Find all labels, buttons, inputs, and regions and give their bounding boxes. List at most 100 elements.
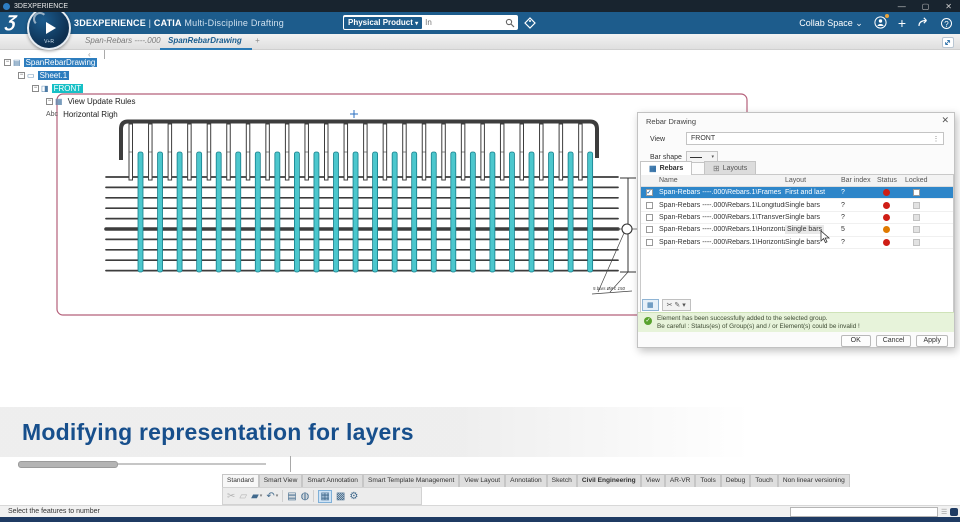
table-row[interactable]: Span-Rebars ----.000\Rebars.1\Longitudin… xyxy=(641,199,953,212)
ribbon-tab-touch[interactable]: Touch xyxy=(750,474,778,487)
transverse-bar[interactable] xyxy=(215,151,222,273)
ribbon-tab-smart-annotation[interactable]: Smart Annotation xyxy=(302,474,363,487)
keyboard-icon[interactable]: ☰ xyxy=(941,508,947,516)
compass-icon[interactable]: V+R xyxy=(27,6,71,50)
table-row[interactable]: ✓ Span-Rebars ----.000\Rebars.1\Frames Fir… xyxy=(641,187,953,200)
transverse-bar[interactable] xyxy=(489,151,496,273)
transverse-bar[interactable] xyxy=(391,151,398,273)
ribbon-tab-annotation[interactable]: Annotation xyxy=(505,474,547,487)
tree-item-label[interactable]: View Update Rules xyxy=(66,97,138,106)
ribbon-tab-smart-view[interactable]: Smart View xyxy=(258,474,303,487)
transverse-bar[interactable] xyxy=(176,151,183,273)
add-icon[interactable]: + xyxy=(898,16,906,30)
search-scope-chip[interactable]: Physical Product ▾ xyxy=(344,16,423,29)
table-row[interactable]: Span-Rebars ----.000\Rebars.1\Horizontal… xyxy=(641,224,953,237)
tree-expander-icon[interactable]: − xyxy=(18,72,25,79)
row-layout[interactable]: First and last xyxy=(785,189,825,196)
dimension-node[interactable] xyxy=(621,223,633,235)
row-checkbox[interactable] xyxy=(645,213,653,221)
col-header-name[interactable]: Name xyxy=(657,177,785,184)
transverse-bar[interactable] xyxy=(157,151,163,273)
paste-icon[interactable]: ▰ ▾ xyxy=(251,491,262,502)
locked-checkbox[interactable] xyxy=(913,201,920,209)
tree-expander-icon[interactable]: − xyxy=(4,59,11,66)
search-input[interactable] xyxy=(422,18,505,27)
top-frame-bar[interactable] xyxy=(119,119,599,161)
user-icon[interactable] xyxy=(874,13,889,31)
tree-item-label[interactable]: SpanRebarDrawing xyxy=(23,58,98,67)
ribbon-tab-view-layout[interactable]: View Layout xyxy=(459,474,506,487)
transverse-bar[interactable] xyxy=(352,151,359,273)
row-checkbox[interactable] xyxy=(645,201,653,209)
locked-checkbox[interactable] xyxy=(913,226,920,234)
ribbon-tab-debug[interactable]: Debug xyxy=(720,474,751,487)
ok-button[interactable]: OK xyxy=(840,335,871,347)
tab-rebars[interactable]: ▦ Rebars xyxy=(640,161,693,175)
video-progress-bar[interactable] xyxy=(18,461,266,468)
cancel-button[interactable]: Cancel xyxy=(875,335,912,347)
row-layout[interactable]: Single bars xyxy=(785,202,820,209)
edit-tools-minitab[interactable]: ✂ ✎ ▾ xyxy=(661,299,691,311)
ribbon-tab-sketch[interactable]: Sketch xyxy=(546,474,577,487)
transverse-bar[interactable] xyxy=(235,151,242,273)
transverse-bar[interactable] xyxy=(411,151,418,273)
rebar-list-minitab[interactable]: ▦ xyxy=(642,299,659,311)
tab-layouts[interactable]: ⊞ Layouts xyxy=(704,161,757,175)
transverse-bar[interactable] xyxy=(137,151,144,273)
ribbon-tab-ar-vr[interactable]: AR-VR xyxy=(664,474,696,487)
table-row[interactable]: Span-Rebars ----.000\Rebars.1\Horizontal… xyxy=(641,237,953,249)
tab-span-rebars[interactable]: Span-Rebars ----.000 xyxy=(85,36,161,45)
col-header-layout[interactable]: Layout xyxy=(785,177,841,184)
tree-item[interactable]: − ◨ FRONT xyxy=(4,82,137,95)
datum-table-icon[interactable]: ▤ xyxy=(287,491,296,502)
transverse-bar[interactable] xyxy=(567,151,574,273)
help-icon[interactable]: ? xyxy=(941,17,952,29)
expand-panel-icon[interactable] xyxy=(942,37,954,48)
rebar-grid-icon[interactable]: ▩ xyxy=(336,491,345,502)
transverse-bar[interactable] xyxy=(372,151,379,273)
transverse-bar[interactable] xyxy=(254,151,261,273)
transverse-bar[interactable] xyxy=(293,151,300,273)
transverse-bar[interactable] xyxy=(274,151,281,273)
tag-icon[interactable] xyxy=(523,16,537,30)
collab-space-selector[interactable]: Collab Space ⌄ xyxy=(799,18,863,29)
share-icon[interactable] xyxy=(917,16,930,30)
col-header-locked[interactable]: Locked xyxy=(905,177,949,184)
transverse-bar[interactable] xyxy=(196,151,203,273)
tree-expander-icon[interactable]: − xyxy=(32,85,39,92)
row-checkbox[interactable] xyxy=(645,238,653,246)
transverse-bar[interactable] xyxy=(469,151,476,273)
locked-checkbox[interactable] xyxy=(913,213,920,221)
search-box[interactable]: Physical Product ▾ xyxy=(343,15,518,30)
transverse-bar[interactable] xyxy=(333,151,339,273)
maximize-button[interactable]: ▢ xyxy=(922,2,930,11)
tree-item-label[interactable]: Horizontal Righ xyxy=(61,110,120,119)
transverse-bar[interactable] xyxy=(313,151,320,273)
row-layout[interactable]: Single bars xyxy=(785,225,825,235)
transverse-bar[interactable] xyxy=(509,151,515,273)
web-report-icon[interactable]: ◍ xyxy=(301,491,310,502)
tab-span-rebar-drawing[interactable]: SpanRebarDrawing xyxy=(168,36,242,45)
transverse-bar[interactable] xyxy=(450,151,457,273)
col-header-status[interactable]: Status xyxy=(877,177,905,184)
tree-item-label[interactable]: FRONT xyxy=(51,84,84,93)
row-checkbox[interactable] xyxy=(645,226,653,234)
row-layout[interactable]: Single bars xyxy=(785,239,820,246)
transverse-bar[interactable] xyxy=(548,151,554,273)
command-input[interactable] xyxy=(790,507,938,517)
transverse-bar[interactable] xyxy=(430,151,437,273)
close-button[interactable]: ✕ xyxy=(945,2,952,11)
ribbon-tab-view[interactable]: View xyxy=(640,474,665,487)
transverse-bar[interactable] xyxy=(528,151,535,273)
locked-checkbox[interactable] xyxy=(913,189,920,197)
ribbon-tab-non-linear-versioning[interactable]: Non linear versioning xyxy=(777,474,850,487)
tree-item[interactable]: Abc Horizontal Righ xyxy=(4,108,137,121)
search-icon[interactable] xyxy=(505,18,515,28)
row-checkbox[interactable]: ✓ xyxy=(645,189,653,197)
ribbon-tab-tools[interactable]: Tools xyxy=(695,474,721,487)
tree-item[interactable]: − ▦ View Update Rules xyxy=(4,95,137,108)
locked-checkbox[interactable] xyxy=(913,238,920,246)
dialog-close-icon[interactable]: ✕ xyxy=(941,115,949,126)
tree-item-label[interactable]: Sheet.1 xyxy=(37,71,70,80)
ribbon-tab-smart-template-management[interactable]: Smart Template Management xyxy=(362,474,460,487)
